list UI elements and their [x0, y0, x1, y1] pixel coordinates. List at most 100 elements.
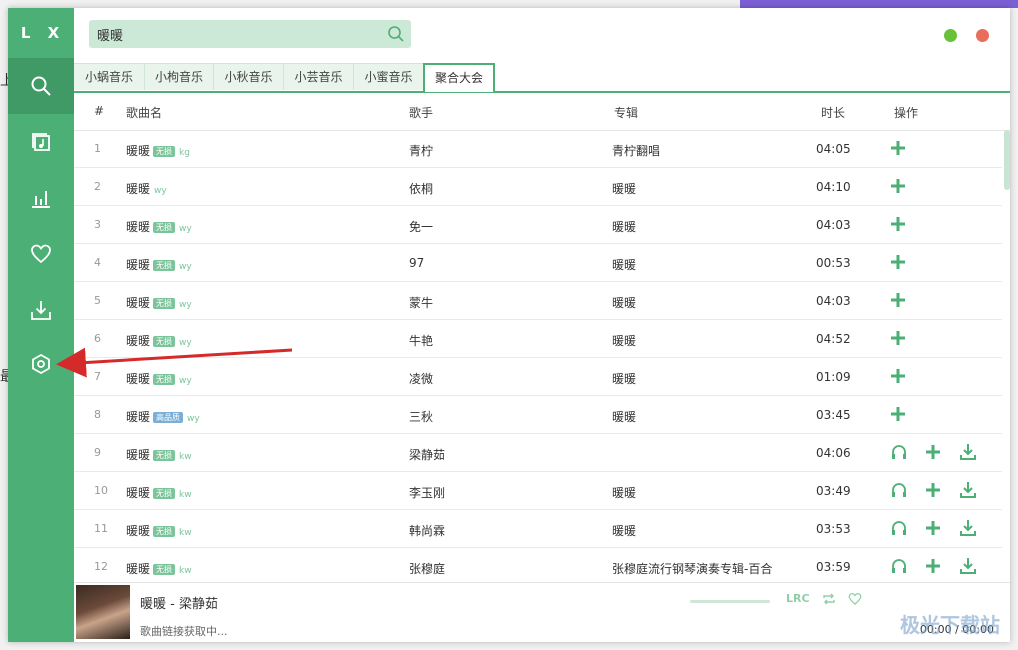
- table-row[interactable]: 4 暖暖 无损 wy 97 暖暖 00:53: [74, 244, 1002, 282]
- song-name-cell[interactable]: 暖暖 无损 wy: [126, 218, 192, 235]
- song-name-cell[interactable]: 暖暖 无损 wy: [126, 332, 192, 349]
- add-icon[interactable]: [889, 253, 907, 274]
- listen-icon[interactable]: [890, 481, 908, 502]
- quality-badge: 无损: [153, 526, 176, 537]
- duration: 03:59: [816, 560, 851, 574]
- song-name-cell[interactable]: 暖暖 无损 kg: [126, 142, 190, 159]
- artist-name: 三秋: [409, 410, 434, 424]
- table-row[interactable]: 12 暖暖 无损 kw 张穆庭 张穆庭流行钢琴演奏专辑-百合 03:59: [74, 548, 1002, 586]
- song-name-cell[interactable]: 暖暖 无损 wy: [126, 256, 192, 273]
- source-tag: wy: [154, 186, 167, 196]
- add-icon[interactable]: [889, 177, 907, 198]
- song-name: 暖暖: [126, 144, 151, 158]
- add-icon[interactable]: [889, 405, 907, 426]
- tab-source-2[interactable]: 小枸音乐: [145, 63, 214, 90]
- player-title: 暖暖 - 梁静茹: [140, 597, 218, 612]
- player-bar: 暖暖 - 梁静茹 歌曲链接获取中... LRC 00:00 / 00:00: [74, 582, 1010, 642]
- song-name-cell[interactable]: 暖暖 无损 kw: [126, 484, 192, 501]
- download-icon[interactable]: [959, 519, 977, 540]
- repeat-icon[interactable]: [822, 592, 836, 606]
- song-name-cell[interactable]: 暖暖 无损 kw: [126, 522, 192, 539]
- song-name-cell[interactable]: 暖暖 高品质 wy: [126, 408, 200, 425]
- table-row[interactable]: 3 暖暖 无损 wy 免一 暖暖 04:03: [74, 206, 1002, 244]
- table-row[interactable]: 10 暖暖 无损 kw 李玉刚 暖暖 03:49: [74, 472, 1002, 510]
- nav-settings[interactable]: [8, 336, 74, 392]
- table-row[interactable]: 11 暖暖 无损 kw 韩尚霖 暖暖 03:53: [74, 510, 1002, 548]
- add-icon[interactable]: [889, 215, 907, 236]
- table-row[interactable]: 9 暖暖 无损 kw 梁静茹 04:06: [74, 434, 1002, 472]
- song-name-cell[interactable]: 暖暖 无损 wy: [126, 294, 192, 311]
- artist-name: 免一: [409, 220, 434, 234]
- add-icon[interactable]: [889, 329, 907, 350]
- song-list: 1 暖暖 无损 kg 青柠 青柠翻唱 04:05 2 暖暖 wy 依桐 暖暖 04:10 3 暖暖 无损 wy 免…: [74, 130, 1002, 586]
- nav-search[interactable]: [8, 58, 74, 114]
- minimize-button[interactable]: [944, 29, 957, 42]
- quality-badge: 高品质: [153, 412, 184, 423]
- tab-source-3[interactable]: 小秋音乐: [214, 63, 284, 90]
- row-index: 6: [94, 332, 101, 345]
- add-icon[interactable]: [889, 139, 907, 160]
- album-cover[interactable]: [76, 585, 130, 639]
- duration: 00:53: [816, 256, 851, 270]
- row-index: 5: [94, 294, 101, 307]
- row-index: 10: [94, 484, 108, 497]
- add-icon[interactable]: [924, 519, 942, 540]
- nav-favorites[interactable]: [8, 226, 74, 282]
- volume-bar[interactable]: [690, 600, 770, 603]
- search-box: [89, 20, 411, 48]
- table-row[interactable]: 1 暖暖 无损 kg 青柠 青柠翻唱 04:05: [74, 130, 1002, 168]
- duration: 04:10: [816, 180, 851, 194]
- table-row[interactable]: 8 暖暖 高品质 wy 三秋 暖暖 03:45: [74, 396, 1002, 434]
- tab-source-5[interactable]: 小蜜音乐: [354, 63, 424, 90]
- artist-name: 张穆庭: [409, 562, 446, 576]
- listen-icon[interactable]: [890, 557, 908, 578]
- col-index: #: [94, 104, 105, 118]
- duration: 04:06: [816, 446, 851, 460]
- tab-source-1[interactable]: 小蜗音乐: [74, 63, 145, 90]
- download-icon[interactable]: [959, 557, 977, 578]
- add-icon[interactable]: [889, 291, 907, 312]
- song-name: 暖暖: [126, 296, 151, 310]
- row-index: 3: [94, 218, 101, 231]
- row-index: 9: [94, 446, 101, 459]
- nav-charts[interactable]: [8, 170, 74, 226]
- quality-badge: 无损: [153, 298, 176, 309]
- search-icon[interactable]: [387, 25, 405, 43]
- table-row[interactable]: 7 暖暖 无损 wy 凌微 暖暖 01:09: [74, 358, 1002, 396]
- add-icon[interactable]: [924, 481, 942, 502]
- song-name-cell[interactable]: 暖暖 无损 wy: [126, 370, 192, 387]
- tab-source-aggregate[interactable]: 聚合大会: [423, 63, 495, 92]
- listen-icon[interactable]: [890, 519, 908, 540]
- song-name-cell[interactable]: 暖暖 无损 kw: [126, 560, 192, 577]
- album-name: 暖暖: [612, 410, 637, 424]
- row-index: 2: [94, 180, 101, 193]
- table-row[interactable]: 5 暖暖 无损 wy 蒙牛 暖暖 04:03: [74, 282, 1002, 320]
- add-icon[interactable]: [889, 367, 907, 388]
- table-row[interactable]: 2 暖暖 wy 依桐 暖暖 04:10: [74, 168, 1002, 206]
- scrollbar[interactable]: [1004, 130, 1010, 190]
- source-tag: wy: [179, 376, 192, 386]
- album-name: 暖暖: [612, 486, 637, 500]
- search-icon: [31, 76, 51, 96]
- song-name-cell[interactable]: 暖暖 无损 kw: [126, 446, 192, 463]
- nav-playlist[interactable]: [8, 114, 74, 170]
- tab-source-4[interactable]: 小芸音乐: [284, 63, 354, 90]
- table-row[interactable]: 6 暖暖 无损 wy 牛艳 暖暖 04:52: [74, 320, 1002, 358]
- nav-download[interactable]: [8, 282, 74, 338]
- add-icon[interactable]: [924, 443, 942, 464]
- search-input[interactable]: [95, 25, 379, 43]
- player-controls: LRC: [786, 592, 862, 606]
- artist-name: 97: [409, 256, 425, 270]
- heart-icon[interactable]: [848, 592, 862, 606]
- add-icon[interactable]: [924, 557, 942, 578]
- close-button[interactable]: [976, 29, 989, 42]
- download-icon[interactable]: [959, 481, 977, 502]
- lyrics-toggle[interactable]: LRC: [786, 592, 810, 606]
- artist-name: 梁静茹: [409, 448, 446, 462]
- source-tag: kw: [179, 566, 192, 576]
- song-name-cell[interactable]: 暖暖 wy: [126, 180, 167, 197]
- music-list-icon: [32, 133, 50, 151]
- listen-icon[interactable]: [890, 443, 908, 464]
- artist-name: 凌微: [409, 372, 434, 386]
- download-icon[interactable]: [959, 443, 977, 464]
